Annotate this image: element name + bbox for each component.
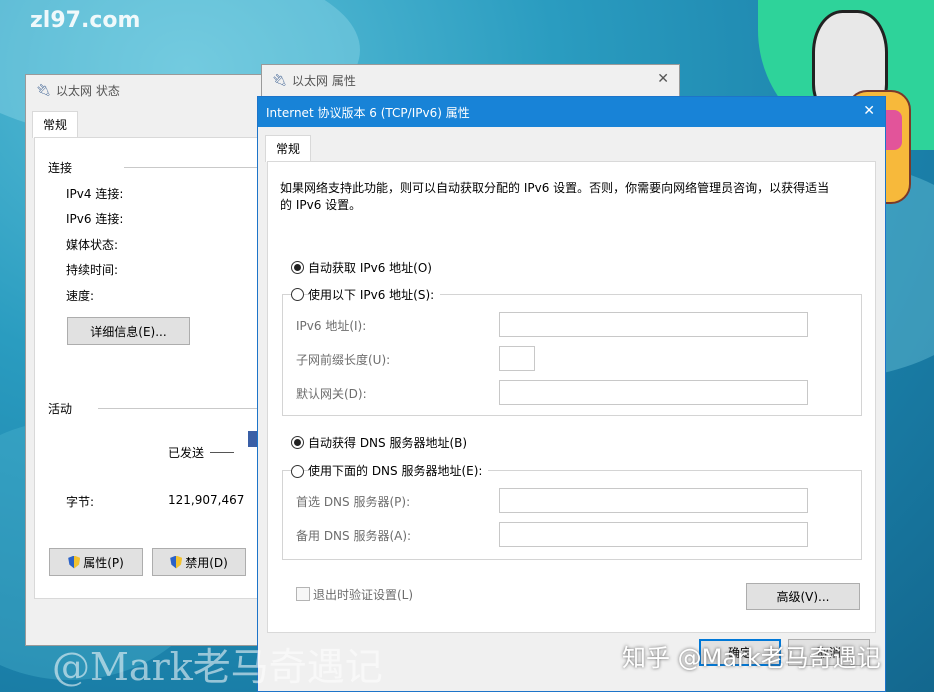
preferred-dns-label: 首选 DNS 服务器(P): <box>296 495 411 509</box>
bottom-right-watermark: 知乎 @Mark老马奇遇记 <box>622 644 881 672</box>
ipv6-description-line1: 如果网络支持此功能，则可以自动获取分配的 IPv6 设置。否则，你需要向网络管理… <box>280 181 830 195</box>
ethernet-status-window: 🔌︎ 以太网 状态 常规 连接 IPv4 连接: IPv6 连接: 媒体状态: … <box>25 74 274 646</box>
validate-checkbox[interactable] <box>296 587 310 601</box>
network-adapter-icon: 🔌︎ <box>36 83 52 97</box>
sent-label: 已发送 <box>168 446 205 460</box>
details-button[interactable]: 详细信息(E)... <box>67 317 190 345</box>
ipv6-close-button[interactable]: ✕ <box>863 103 875 119</box>
disable-button-label: 禁用(D) <box>185 555 228 570</box>
duration-label: 持续时间: <box>66 263 119 277</box>
manual-dns-label[interactable]: 使用下面的 DNS 服务器地址(E): <box>308 462 489 479</box>
status-titlebar[interactable]: 🔌︎ 以太网 状态 <box>26 75 269 105</box>
properties-close-button[interactable]: ✕ <box>657 71 669 87</box>
status-panel <box>34 137 274 599</box>
network-adapter-icon: 🔌︎ <box>272 73 288 87</box>
validate-label: 退出时验证设置(L) <box>313 588 414 602</box>
subnet-prefix-field[interactable] <box>499 346 535 371</box>
media-state-label: 媒体状态: <box>66 238 119 252</box>
tab-general[interactable]: 常规 <box>265 135 312 162</box>
gateway-label: 默认网关(D): <box>296 387 367 401</box>
ipv6-address-label: IPv6 地址(I): <box>296 319 367 333</box>
auto-ipv6-radio[interactable] <box>291 261 304 274</box>
uac-shield-icon <box>68 555 81 569</box>
disable-button[interactable]: 禁用(D) <box>152 548 246 576</box>
properties-button-label: 属性(P) <box>83 555 124 570</box>
tab-general[interactable]: 常规 <box>32 111 79 138</box>
ipv6-titlebar[interactable]: Internet 协议版本 6 (TCP/IPv6) 属性 <box>258 97 885 127</box>
gateway-field[interactable] <box>499 380 808 405</box>
bottom-left-watermark: @Mark老马奇遇记 <box>52 645 383 689</box>
auto-dns-radio[interactable] <box>291 436 304 449</box>
properties-window-title: 以太网 属性 <box>292 73 356 88</box>
status-window-title: 以太网 状态 <box>56 83 120 98</box>
properties-titlebar[interactable]: 🔌︎ 以太网 属性 <box>262 65 679 95</box>
auto-ipv6-label[interactable]: 自动获取 IPv6 地址(O) <box>308 259 432 276</box>
preferred-dns-field[interactable] <box>499 488 808 513</box>
speed-label: 速度: <box>66 289 95 303</box>
site-watermark: zl97.com <box>30 8 141 33</box>
bytes-sent-value: 121,907,467 <box>168 493 245 507</box>
uac-shield-icon <box>170 555 183 569</box>
ipv6-dialog-title: Internet 协议版本 6 (TCP/IPv6) 属性 <box>266 105 470 120</box>
ipv6-label: IPv6 连接: <box>66 212 124 226</box>
manual-dns-radio[interactable] <box>291 465 304 478</box>
ipv6-description-line2: 的 IPv6 设置。 <box>280 198 362 212</box>
ipv6-address-field[interactable] <box>499 312 808 337</box>
properties-button[interactable]: 属性(P) <box>49 548 143 576</box>
connection-heading: 连接 <box>48 161 73 175</box>
alternate-dns-label: 备用 DNS 服务器(A): <box>296 529 412 543</box>
auto-dns-label[interactable]: 自动获得 DNS 服务器地址(B) <box>308 434 467 451</box>
advanced-button[interactable]: 高级(V)... <box>746 583 860 610</box>
alternate-dns-field[interactable] <box>499 522 808 547</box>
sent-line <box>210 452 234 453</box>
subnet-prefix-label: 子网前缀长度(U): <box>296 353 391 367</box>
manual-ipv6-label[interactable]: 使用以下 IPv6 地址(S): <box>308 286 441 303</box>
ipv6-properties-dialog: Internet 协议版本 6 (TCP/IPv6) 属性 ✕ 常规 如果网络支… <box>257 96 886 692</box>
connection-divider <box>124 167 264 168</box>
activity-divider <box>98 408 264 409</box>
bytes-label: 字节: <box>66 495 95 509</box>
activity-heading: 活动 <box>48 402 73 416</box>
manual-ipv6-radio[interactable] <box>291 288 304 301</box>
ipv4-label: IPv4 连接: <box>66 187 124 201</box>
